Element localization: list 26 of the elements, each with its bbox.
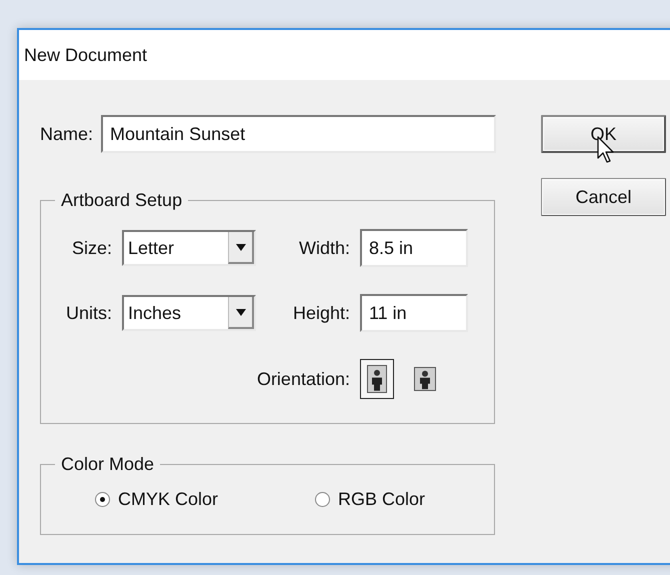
- group-title: Artboard Setup: [60, 190, 184, 211]
- person-page-icon: [414, 367, 436, 391]
- person-page-icon: [367, 365, 387, 393]
- field-label: Orientation:: [256, 368, 350, 390]
- radio-label: RGB Color: [338, 489, 426, 510]
- group-title: Color Mode: [60, 454, 156, 475]
- field-label: Height:: [292, 302, 350, 324]
- dialog-button[interactable]: Cancel: [541, 178, 666, 216]
- caret-icon: [236, 244, 246, 250]
- field-label: Units:: [66, 302, 112, 324]
- radio-label: CMYK Color: [118, 489, 218, 510]
- dialog-button[interactable]: OK: [541, 115, 666, 153]
- field-label: Width:: [298, 238, 350, 258]
- orientation-button[interactable]: [412, 364, 438, 394]
- radio-button[interactable]: [315, 492, 330, 507]
- radio-button[interactable]: [95, 492, 110, 507]
- orientation-button[interactable]: [360, 359, 394, 399]
- window-title: New Document: [24, 44, 148, 66]
- caret-icon: [236, 308, 246, 316]
- text-field[interactable]: 11 in: [360, 294, 468, 332]
- text-field[interactable]: 8.5 in: [360, 229, 468, 267]
- field-label: Size:: [72, 238, 112, 258]
- name-field[interactable]: Mountain Sunset: [101, 115, 496, 153]
- dropdown[interactable]: Letter: [122, 230, 256, 266]
- field-label: Name:: [40, 124, 94, 144]
- dropdown[interactable]: Inches: [122, 295, 256, 331]
